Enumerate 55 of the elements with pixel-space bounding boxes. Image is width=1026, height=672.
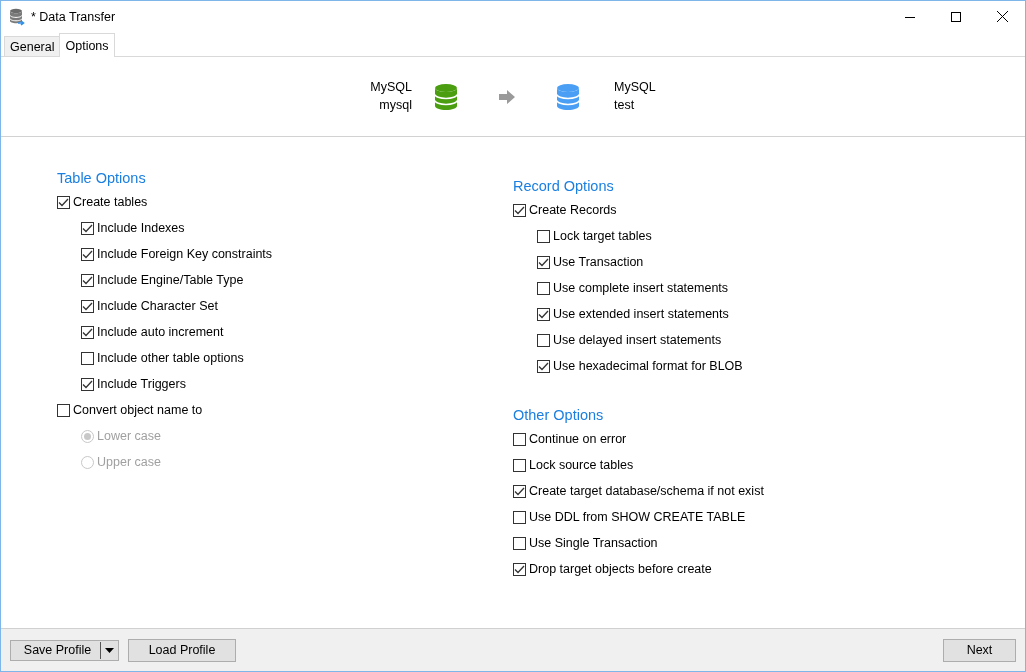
checkbox-option[interactable]: Include Triggers (81, 377, 186, 391)
section-heading: Table Options (57, 169, 147, 188)
checkmark-icon (82, 249, 93, 259)
window-title: * Data Transfer (31, 9, 116, 24)
checkbox-option[interactable]: Use DDL from SHOW CREATE TABLE (513, 510, 746, 524)
checkbox-option[interactable]: Create Records (513, 203, 617, 217)
checkbox-option[interactable]: Use Transaction (537, 255, 644, 269)
checkmark-icon (82, 327, 93, 337)
checkbox-option[interactable]: Use extended insert statements (537, 307, 729, 321)
checkmark-icon (514, 486, 525, 496)
checkmark-icon (82, 275, 93, 285)
checkbox-option[interactable]: Include Engine/Table Type (81, 273, 244, 287)
database-icon (435, 83, 457, 110)
checkmark-icon (538, 309, 549, 319)
checkbox-option[interactable]: Include Character Set (81, 299, 218, 313)
tab[interactable]: General (4, 36, 61, 56)
checkbox-option[interactable]: Continue on error (513, 432, 627, 446)
checkmark-icon (58, 197, 69, 207)
load-profile-button[interactable]: Load Profile (128, 638, 236, 662)
database-icon (557, 83, 579, 110)
checkbox-option[interactable]: Include Indexes (81, 221, 185, 235)
target-name-label: test (614, 98, 635, 113)
checkmark-icon (538, 257, 549, 267)
target-type-label: MySQL (614, 80, 656, 95)
checkbox-option[interactable]: Use Single Transaction (513, 536, 658, 550)
source-name-label: mysql (379, 98, 412, 113)
checkbox-option[interactable]: Convert object name to (57, 403, 203, 417)
caret-icon[interactable] (105, 647, 114, 653)
tab[interactable]: Options (59, 33, 115, 57)
next-button[interactable]: Next (943, 638, 1016, 662)
checkmark-icon (82, 379, 93, 389)
arrow-right-icon (499, 89, 515, 104)
checkbox-option[interactable]: Use hexadecimal format for BLOB (537, 359, 743, 373)
source-type-label: MySQL (370, 80, 412, 95)
checkbox-option[interactable]: Use complete insert statements (537, 281, 729, 295)
checkbox-option[interactable]: Include auto increment (81, 325, 224, 339)
checkbox-option[interactable]: Lock target tables (537, 229, 652, 243)
checkbox-option[interactable]: Lock source tables (513, 458, 634, 472)
checkmark-icon (82, 301, 93, 311)
checkbox-option[interactable]: Drop target objects before create (513, 562, 712, 576)
checkbox-option[interactable]: Include Foreign Key constraints (81, 247, 273, 261)
checkbox-option[interactable]: Use delayed insert statements (537, 333, 722, 347)
checkmark-icon (538, 361, 549, 371)
checkbox-option[interactable]: Include other table options (81, 351, 244, 365)
section-heading: Record Options (513, 177, 615, 196)
close-icon (996, 11, 1008, 22)
maximize-icon (951, 11, 961, 22)
section-heading: Other Options (513, 406, 605, 425)
checkmark-icon (82, 223, 93, 233)
database-transfer-icon (9, 7, 25, 26)
checkmark-icon (514, 205, 525, 215)
checkbox-option[interactable]: Create target database/schema if not exist (513, 484, 764, 498)
checkmark-icon (514, 564, 525, 574)
checkbox-option[interactable]: Create tables (57, 195, 148, 209)
save-profile-button[interactable]: Save Profile (10, 639, 119, 661)
